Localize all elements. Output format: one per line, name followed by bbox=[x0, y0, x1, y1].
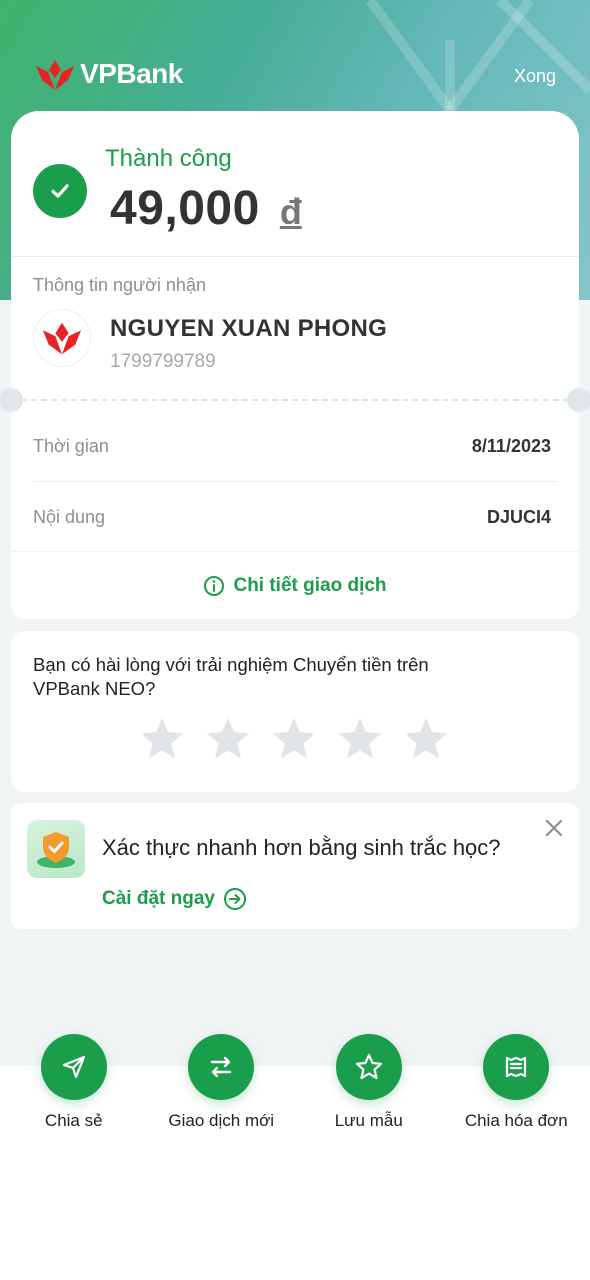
rating-star-5[interactable] bbox=[402, 715, 450, 763]
rating-star-2[interactable] bbox=[204, 715, 252, 763]
time-value: 8/11/2023 bbox=[471, 436, 551, 456]
currency-symbol: đ bbox=[279, 191, 302, 232]
vpbank-logo-icon bbox=[36, 60, 74, 90]
recipient-section: Thông tin người nhận NGUYEN XUAN PHONG 1… bbox=[11, 257, 579, 399]
decorative-lines bbox=[365, 0, 590, 120]
amount-row: 49,000 đ bbox=[110, 181, 302, 236]
setup-now-label: Cài đặt ngay bbox=[102, 888, 215, 909]
recipient-section-label: Thông tin người nhận bbox=[33, 275, 206, 295]
save-template-label: Lưu mẫu bbox=[334, 1111, 403, 1130]
arrow-right-circle-icon bbox=[223, 888, 246, 910]
action-buttons: Chia sẻ Giao dịch mới Lưu mẫu Chia hóa đ… bbox=[0, 1034, 590, 1131]
split-bill-label: Chia hóa đơn bbox=[464, 1111, 568, 1130]
rating-star-4[interactable] bbox=[336, 715, 384, 763]
time-row: Thời gian 8/11/2023 bbox=[33, 412, 557, 482]
note-row: Nội dung DJUCI4 bbox=[33, 482, 557, 552]
transaction-detail-label: Chi tiết giao dịch bbox=[233, 574, 387, 596]
status-section: Thành công 49,000 đ bbox=[11, 111, 579, 257]
vpbank-logo: VPBank bbox=[34, 56, 183, 92]
shield-check-icon bbox=[27, 820, 85, 878]
new-transaction-label: Giao dịch mới bbox=[168, 1111, 275, 1130]
note-label: Nội dung bbox=[33, 506, 106, 527]
biometric-title: Xác thực nhanh hơn bằng sinh trắc học? bbox=[102, 835, 501, 860]
transaction-detail-link[interactable]: Chi tiết giao dịch bbox=[11, 551, 579, 619]
biometric-promo-card: Xác thực nhanh hơn bằng sinh trắc học? C… bbox=[11, 803, 579, 929]
receipt-card: Thành công 49,000 đ Thông tin người nhận… bbox=[0, 111, 590, 619]
ticket-notch-left bbox=[0, 388, 23, 412]
send-icon[interactable] bbox=[40, 1034, 107, 1100]
close-icon[interactable] bbox=[543, 817, 565, 839]
amount-value: 49,000 bbox=[110, 182, 260, 235]
success-check-icon bbox=[33, 164, 87, 218]
time-label: Thời gian bbox=[33, 436, 109, 456]
note-value: DJUCI4 bbox=[486, 506, 551, 527]
brand-name: VPBank bbox=[80, 58, 183, 89]
rating-star-3[interactable] bbox=[270, 715, 318, 763]
share-label: Chia sẻ bbox=[44, 1111, 103, 1130]
rating-star-1[interactable] bbox=[138, 715, 186, 763]
receipt-icon[interactable] bbox=[483, 1034, 550, 1100]
vpbank-bank-icon bbox=[42, 322, 82, 355]
rating-question: Bạn có hài lòng với trải nghiệm Chuyển t… bbox=[33, 654, 429, 699]
share-action[interactable]: Chia sẻ bbox=[0, 1034, 148, 1131]
split-bill-action[interactable]: Chia hóa đơn bbox=[443, 1034, 590, 1131]
recipient-name: NGUYEN XUAN PHONG bbox=[110, 315, 388, 342]
setup-now-link[interactable]: Cài đặt ngay bbox=[102, 887, 247, 911]
done-button[interactable]: Xong bbox=[514, 66, 556, 87]
bank-avatar bbox=[33, 309, 91, 367]
ticket-notch-right bbox=[567, 388, 590, 412]
recipient-account: 1799799789 bbox=[110, 351, 216, 372]
swap-icon[interactable] bbox=[188, 1034, 255, 1100]
star-icon[interactable] bbox=[335, 1034, 402, 1100]
rating-card: Bạn có hài lòng với trải nghiệm Chuyển t… bbox=[11, 631, 579, 792]
rating-stars bbox=[138, 715, 450, 763]
status-text: Thành công bbox=[105, 145, 232, 172]
perforation-divider bbox=[11, 399, 579, 401]
save-template-action[interactable]: Lưu mẫu bbox=[295, 1034, 443, 1131]
info-icon bbox=[204, 575, 225, 596]
new-transaction-action[interactable]: Giao dịch mới bbox=[148, 1034, 296, 1131]
